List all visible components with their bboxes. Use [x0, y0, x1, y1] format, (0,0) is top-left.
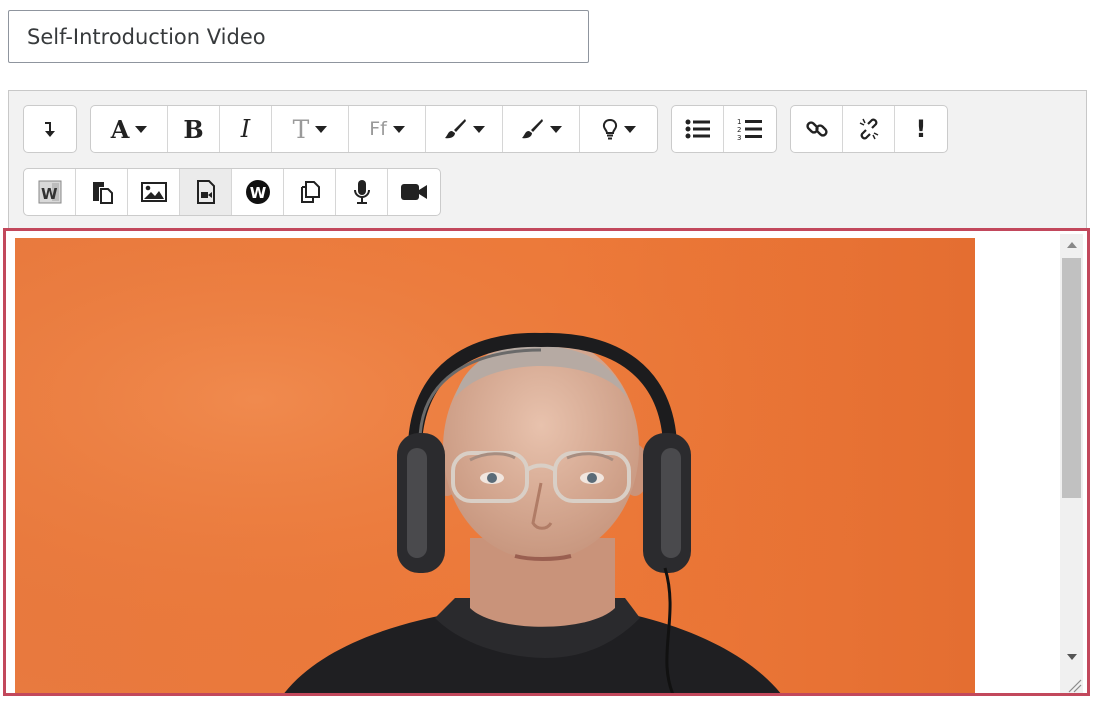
- toolbar-group-collapse: [23, 105, 77, 153]
- exclamation-icon: !: [915, 115, 927, 143]
- numbered-list-icon: 1 2 3: [737, 118, 762, 141]
- bold-button[interactable]: B: [168, 106, 220, 152]
- lightbulb-icon: [602, 118, 617, 140]
- font-family-icon: Ff: [369, 118, 387, 140]
- caret-down-icon: [315, 125, 328, 133]
- unordered-list-button[interactable]: [672, 106, 724, 152]
- italic-button[interactable]: I: [220, 106, 272, 152]
- video-camera-icon: [401, 184, 427, 200]
- brush-icon: [522, 119, 543, 139]
- arrow-down-icon: [45, 122, 55, 137]
- caret-down-icon: [135, 125, 148, 133]
- scroll-down-arrow[interactable]: [1060, 648, 1083, 666]
- link-icon: [805, 121, 828, 137]
- wiris-icon: W: [245, 180, 270, 204]
- wiris-button[interactable]: W: [232, 169, 284, 215]
- bold-icon: B: [183, 114, 204, 144]
- text-color-menu-button[interactable]: [426, 106, 503, 152]
- toolbar-group-insert: W W: [23, 168, 441, 216]
- accessibility-checker-button[interactable]: !: [895, 106, 947, 152]
- bullet-list-icon: [685, 119, 710, 139]
- show-more-buttons[interactable]: [24, 106, 76, 152]
- font-size-icon: T: [292, 114, 310, 144]
- insert-media-button[interactable]: [180, 169, 232, 215]
- record-audio-button[interactable]: [336, 169, 388, 215]
- paste-button[interactable]: [76, 169, 128, 215]
- caret-down-icon: [392, 125, 405, 133]
- font-style-menu-button[interactable]: A: [91, 106, 168, 152]
- webcam-person-illustration: [15, 238, 975, 693]
- scroll-up-arrow[interactable]: [1060, 236, 1083, 254]
- media-file-icon: [196, 180, 215, 204]
- copy-button[interactable]: [284, 169, 336, 215]
- link-button[interactable]: [791, 106, 843, 152]
- editor-scrollbar[interactable]: [1060, 234, 1083, 694]
- toolbar-group-links: !: [790, 105, 948, 153]
- scroll-thumb[interactable]: [1062, 258, 1081, 498]
- unlink-icon: [859, 118, 878, 140]
- image-icon: [140, 182, 167, 202]
- italic-icon: I: [240, 115, 251, 143]
- copy-icon: [300, 181, 320, 203]
- caret-down-icon: [550, 125, 562, 133]
- caret-down-icon: [623, 125, 636, 133]
- insert-image-button[interactable]: [128, 169, 180, 215]
- toolbar-group-style: A B I T Ff: [90, 105, 658, 153]
- resize-grip-icon[interactable]: [1061, 672, 1083, 694]
- embedded-video[interactable]: [15, 238, 975, 693]
- paste-icon: [92, 182, 113, 204]
- font-family-menu-button[interactable]: Ff: [349, 106, 426, 152]
- svg-text:W: W: [249, 184, 266, 202]
- triangle-down-icon: [1066, 654, 1077, 660]
- svg-text:1: 1: [737, 118, 741, 126]
- highlight-menu-button[interactable]: [580, 106, 657, 152]
- toolbar-row-2: W W: [23, 168, 441, 216]
- editor-content-area[interactable]: [3, 228, 1090, 696]
- svg-text:W: W: [41, 185, 58, 203]
- caret-down-icon: [473, 125, 485, 133]
- svg-text:2: 2: [737, 126, 741, 134]
- unlink-button[interactable]: [843, 106, 895, 152]
- microphone-icon: [353, 180, 370, 204]
- svg-text:3: 3: [737, 134, 741, 141]
- title-input[interactable]: [8, 10, 589, 63]
- font-size-menu-button[interactable]: T: [272, 106, 349, 152]
- ordered-list-button[interactable]: 1 2 3: [724, 106, 776, 152]
- font-style-icon: A: [110, 114, 130, 144]
- background-color-menu-button[interactable]: [503, 106, 580, 152]
- paste-from-word-button[interactable]: W: [24, 169, 76, 215]
- brush-icon: [445, 119, 466, 139]
- record-video-button[interactable]: [388, 169, 440, 215]
- word-icon: W: [38, 180, 61, 204]
- toolbar-row-1: A B I T Ff 1 2 3 !: [23, 105, 948, 153]
- triangle-up-icon: [1066, 242, 1077, 248]
- toolbar-group-lists: 1 2 3: [671, 105, 777, 153]
